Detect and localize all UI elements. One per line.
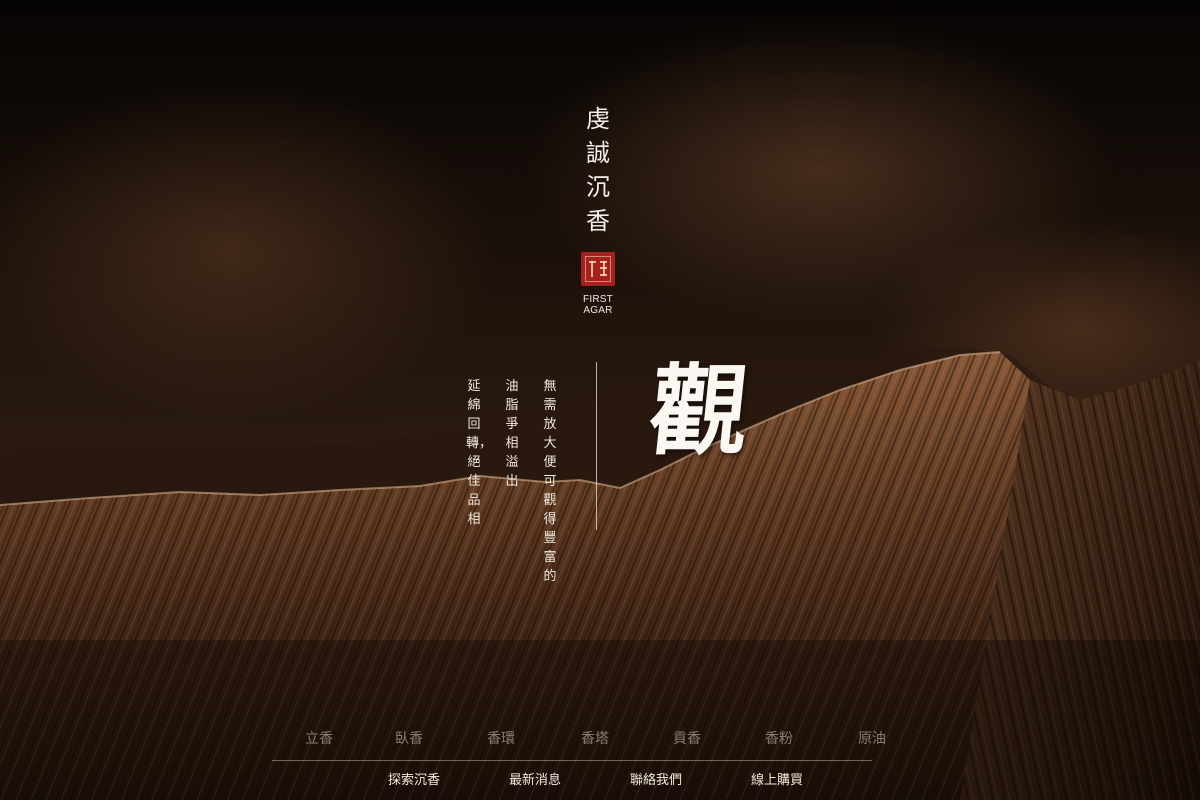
- poem-line-3: 延綿回轉，絕佳品相: [466, 379, 493, 527]
- main-nav-shop-online[interactable]: 線上購買: [751, 771, 803, 791]
- hero-stage: 虔誠沉香 FIRST AGAR 無需放大便可觀得豐富的 油脂爭相溢出 延綿回轉，…: [0, 0, 1200, 800]
- poem-line-2: 油脂爭相溢出: [505, 379, 519, 489]
- product-nav-item-incense-cone[interactable]: 香塔: [581, 728, 609, 750]
- product-nav: 立香 臥香 香環 香塔 貢香 香粉 原油: [265, 728, 915, 752]
- main-nav-explore[interactable]: 探索沉香: [388, 771, 440, 791]
- hero-character: 觀: [644, 354, 755, 469]
- product-nav-item-incense-coil[interactable]: 香環: [487, 728, 515, 750]
- brand-title: 虔誠沉香: [586, 105, 610, 235]
- product-nav-item-lying-incense[interactable]: 臥香: [395, 728, 423, 750]
- product-nav-item-incense-powder[interactable]: 香粉: [765, 728, 793, 750]
- product-nav-item-essential-oil[interactable]: 原油: [858, 728, 886, 750]
- main-nav-news[interactable]: 最新消息: [509, 771, 561, 791]
- main-nav-contact[interactable]: 聯絡我們: [630, 771, 682, 791]
- brand-subtitle: FIRST AGAR: [583, 294, 613, 316]
- vertical-divider: [596, 362, 597, 530]
- brand-block: 虔誠沉香 FIRST AGAR: [578, 102, 618, 316]
- main-nav: 探索沉香 最新消息 聯絡我們 線上購買: [0, 771, 1200, 793]
- poem-line-1: 無需放大便可觀得豐富的: [543, 379, 557, 584]
- product-nav-item-tribute-incense[interactable]: 貢香: [673, 728, 701, 750]
- product-nav-item-incense-stick[interactable]: 立香: [305, 728, 333, 750]
- nav-divider-line: [272, 760, 872, 761]
- red-square-seal-icon: [581, 252, 615, 286]
